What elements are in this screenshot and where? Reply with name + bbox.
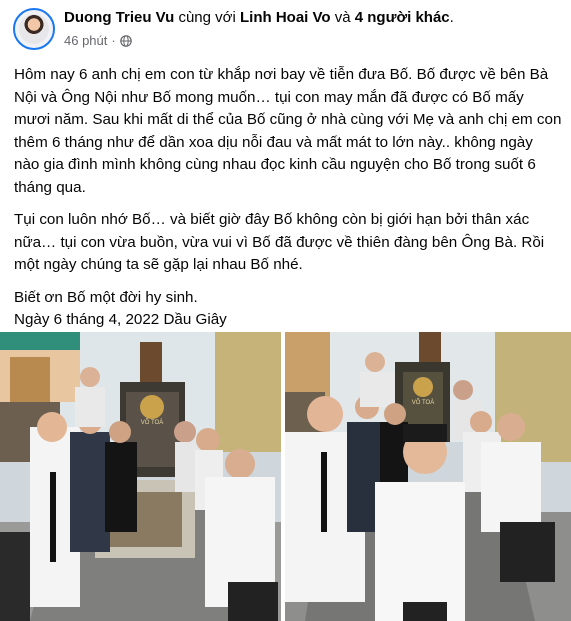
meta-separator: · bbox=[111, 33, 116, 48]
globe-icon[interactable] bbox=[119, 34, 132, 47]
author-name-link[interactable]: Duong Trieu Vu bbox=[64, 9, 174, 26]
post-author-line: Duong Trieu Vu cùng với Linh Hoai Vo và … bbox=[64, 9, 454, 26]
post-meta: 46 phút · bbox=[64, 33, 132, 48]
memorial-plaque-text-left: VÕ TOÀ bbox=[141, 419, 163, 426]
avatar[interactable] bbox=[13, 8, 55, 50]
post-closing-2: Ngày 6 tháng 4, 2022 Dầu Giây bbox=[14, 311, 227, 328]
memorial-plaque-text-right: VÕ TOÀ bbox=[412, 399, 434, 406]
photo-grid: VÕ TOÀ VÕ TOÀ bbox=[0, 332, 571, 621]
post-paragraph-2: Tụi con luôn nhớ Bố… và biết giờ đây Bố … bbox=[14, 211, 545, 273]
photo-right[interactable]: VÕ TOÀ bbox=[285, 332, 571, 621]
avatar-photo bbox=[19, 14, 49, 44]
post-paragraph-1: Hôm nay 6 anh chị em con từ khắp nơi bay… bbox=[14, 66, 562, 196]
others-link[interactable]: 4 người khác bbox=[355, 9, 450, 26]
post-closing-1: Biết ơn Bố một đời hy sinh. bbox=[14, 288, 198, 306]
with-word: cùng với bbox=[178, 9, 236, 26]
post-header: Duong Trieu Vu cùng với Linh Hoai Vo và … bbox=[0, 0, 571, 56]
end-punct: . bbox=[449, 9, 454, 26]
and-word: và bbox=[334, 9, 351, 26]
post-text: Hôm nay 6 anh chị em con từ khắp nơi bay… bbox=[14, 64, 562, 332]
post-timestamp[interactable]: 46 phút bbox=[64, 33, 107, 48]
photo-left[interactable]: VÕ TOÀ bbox=[0, 332, 281, 621]
tagged-name-link[interactable]: Linh Hoai Vo bbox=[240, 9, 331, 26]
